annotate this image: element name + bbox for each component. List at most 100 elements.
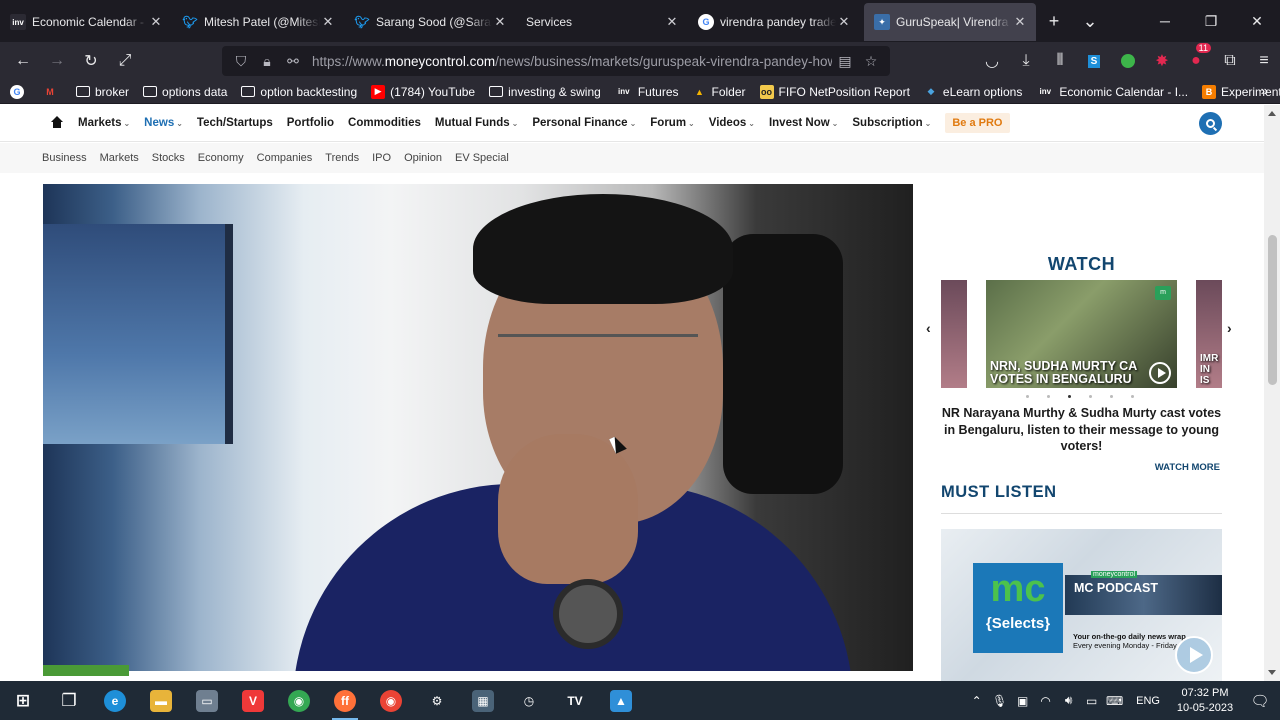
carousel-dot[interactable] [1131,395,1134,398]
bookmarks-overflow-icon[interactable]: » [1261,83,1268,98]
taskbar-calculator[interactable]: ▦ [460,681,506,720]
tab-2[interactable]: 🐦︎ Sarang Sood (@SarangS✕ [344,3,516,41]
nav-item-portfolio[interactable]: Portfolio [287,117,334,129]
permissions-icon[interactable]: ⚯ [280,53,306,70]
taskbar-settings[interactable]: ⚙ [414,681,460,720]
minimize-icon[interactable]: ─ [1142,0,1188,42]
subnav-business[interactable]: Business [42,152,87,164]
nav-item-videos[interactable]: Videos ⌄ [709,117,755,129]
nav-item-mutual-funds[interactable]: Mutual Funds ⌄ [435,117,518,129]
subnav-trends[interactable]: Trends [325,152,359,164]
taskbar-photos[interactable]: ▲ [598,681,644,720]
address-bar[interactable]: ⛉ 🔒︎ ⚯ https://www.moneycontrol.com/news… [222,46,890,76]
restore-icon[interactable]: ❐ [1188,0,1234,42]
taskbar-laptop[interactable]: ▭ [184,681,230,720]
subnav-ipo[interactable]: IPO [372,152,391,164]
taskbar-edge[interactable]: e [92,681,138,720]
wifi-icon[interactable]: ◠ [1034,694,1057,708]
notifications-icon[interactable]: 🗨︎ [1240,692,1280,710]
bookmark-12[interactable]: B Experiments in Techni... [1202,84,1280,99]
extension-badge-icon[interactable]: ● 11 [1179,43,1213,76]
video-thumb-next[interactable]: IMR IN IS [1196,280,1222,388]
bookmark-6[interactable]: investing & swing [489,85,601,99]
microphone-icon[interactable]: 🎙︎ [988,694,1011,708]
extension-s-icon[interactable]: S [1077,46,1111,76]
carousel-dot[interactable] [1068,395,1071,398]
podcast-banner[interactable]: mc {Selects} moneycontrol MC PODCAST You… [941,529,1222,681]
video-thumb-prev[interactable] [941,280,967,388]
extensions-icon[interactable]: ⧉ [1213,46,1247,76]
play-icon[interactable] [1149,362,1171,384]
back-icon[interactable]: ← [6,46,40,76]
keyboard-icon[interactable]: ⌨ [1103,694,1126,708]
pocket-icon[interactable]: ◡ [975,46,1009,76]
carousel-dot[interactable] [1026,395,1029,398]
battery-icon[interactable]: ▭ [1080,694,1103,708]
taskbar-chrome[interactable]: ◉ [368,681,414,720]
language-indicator[interactable]: ENG [1136,695,1160,707]
tab-close-icon[interactable]: ✕ [836,14,852,30]
scroll-down-icon[interactable] [1268,670,1276,675]
carousel-dot[interactable] [1110,395,1113,398]
nav-item-tech-startups[interactable]: Tech/Startups [197,117,273,129]
forward-icon[interactable]: → [40,46,74,76]
extension-star-icon[interactable]: ✸ [1145,46,1179,76]
scroll-up-icon[interactable] [1268,111,1276,116]
page-scrollbar[interactable] [1264,105,1280,681]
bookmark-9[interactable]: oo FIFO NetPosition Report [759,84,910,99]
carousel-dot[interactable] [1089,395,1092,398]
video-carousel[interactable]: ‹ m NRN, SUDHA MURTY CA VOTES IN BENGALU… [926,280,1246,395]
bookmark-4[interactable]: option backtesting [241,85,357,99]
download-icon[interactable]: ⤓ [1009,46,1043,76]
carousel-dot[interactable] [1047,395,1050,398]
taskbar-chrome[interactable]: ◉ [276,681,322,720]
close-window-icon[interactable]: ✕ [1234,0,1280,42]
taskbar-vivaldi[interactable]: V [230,681,276,720]
lock-icon[interactable]: 🔒︎ [254,53,280,70]
extension-green-icon[interactable] [1111,46,1145,76]
meet-icon[interactable]: ▣ [1011,694,1034,708]
tab-0[interactable]: inv Economic Calendar - Inv✕ [0,3,172,41]
nav-item-invest-now[interactable]: Invest Now ⌄ [769,117,838,129]
nav-item-forum[interactable]: Forum ⌄ [650,117,694,129]
nav-item-commodities[interactable]: Commodities [348,117,421,129]
bookmark-8[interactable]: ▲ Folder [693,85,745,99]
bookmark-1[interactable]: M [43,85,62,99]
scroll-thumb[interactable] [1268,235,1277,385]
carousel-next-icon[interactable]: › [1227,320,1232,336]
bookmark-3[interactable]: options data [143,85,227,99]
tab-close-icon[interactable]: ✕ [148,14,164,30]
clock[interactable]: 07:32 PM 10-05-2023 [1170,686,1240,716]
tab-4[interactable]: Gvirendra pandey trader - ✕ [688,3,860,41]
bookmark-11[interactable]: inv Economic Calendar - I... [1036,85,1189,99]
be-a-pro-button[interactable]: Be a PRO [945,113,1010,133]
menu-icon[interactable]: ≡ [1247,46,1280,76]
video-thumb-main[interactable]: m NRN, SUDHA MURTY CA VOTES IN BENGALURU [986,280,1177,388]
podcast-play-icon[interactable] [1175,636,1213,674]
taskbar-speedometer[interactable]: ◷ [506,681,552,720]
tab-3[interactable]: Services ✕ [516,3,688,41]
taskbar-file-explorer[interactable]: ▬ [138,681,184,720]
home-icon[interactable] [50,116,64,130]
tab-close-icon[interactable]: ✕ [1012,14,1028,30]
taskbar-tradingview[interactable]: TV [552,681,598,720]
taskbar-firefox[interactable]: ff [322,681,368,720]
subnav-economy[interactable]: Economy [198,152,244,164]
tab-close-icon[interactable]: ✕ [664,14,680,30]
bookmark-5[interactable]: ▶ (1784) YouTube [371,84,475,99]
reader-view-icon[interactable]: ▤ [832,53,858,70]
taskbar-task-view[interactable]: ❐ [46,681,92,720]
video-title[interactable]: NR Narayana Murthy & Sudha Murty cast vo… [941,405,1222,455]
bookmark-star-icon[interactable]: ☆ [858,53,884,70]
subnav-markets[interactable]: Markets [100,152,139,164]
bookmark-0[interactable]: G [10,84,29,99]
nav-item-news[interactable]: News ⌄ [144,117,183,129]
carousel-prev-icon[interactable]: ‹ [926,320,931,336]
tab-close-icon[interactable]: ✕ [492,14,508,30]
subnav-stocks[interactable]: Stocks [152,152,185,164]
reload-icon[interactable]: ↻ [74,46,108,76]
tab-1[interactable]: 🐦︎ Mitesh Patel (@Mitesh_I✕ [172,3,344,41]
bookmark-10[interactable]: ◆ eLearn options [924,85,1022,99]
volume-icon[interactable]: 🔊︎ [1057,693,1080,708]
fullscreen-icon[interactable]: ⤢ [108,46,142,76]
